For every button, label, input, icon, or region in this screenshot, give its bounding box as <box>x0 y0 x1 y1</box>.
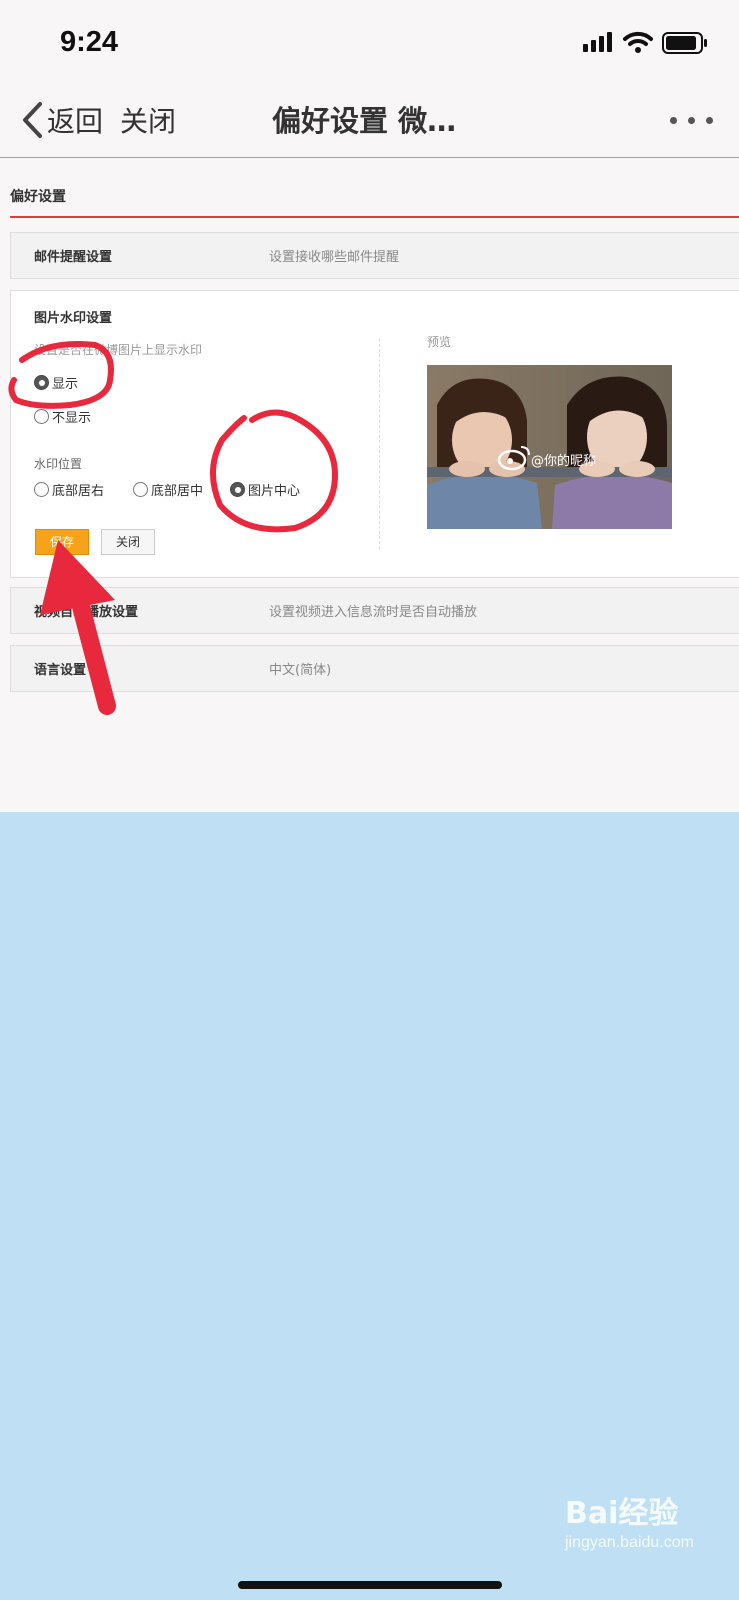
wifi-icon <box>623 31 653 53</box>
battery-icon <box>662 32 707 54</box>
page-title: 偏好设置 微… <box>272 104 457 138</box>
panel-divider <box>379 339 380 549</box>
heading-divider <box>10 216 739 218</box>
radio-unchecked-icon <box>34 409 49 424</box>
home-indicator[interactable] <box>238 1581 502 1589</box>
cellular-signal-icon <box>583 32 612 52</box>
watermark-settings-panel: 图片水印设置 设置是否在微博图片上显示水印 显示 不显示 水印位置 底部居右 底… <box>10 290 739 578</box>
save-button[interactable]: 保存 <box>35 529 89 555</box>
radio-show-watermark[interactable]: 显示 <box>34 373 78 392</box>
webview-content: 9:24 返回 关闭 偏好设置 微… 偏好设置 邮件提醒设置 设置接收哪些邮件提… <box>0 0 739 812</box>
mail-reminder-title: 邮件提醒设置 <box>34 250 113 265</box>
preview-label: 预览 <box>427 335 452 349</box>
language-value: 中文(简体) <box>269 663 332 678</box>
status-time: 9:24 <box>60 26 119 58</box>
watermark-subtitle: 设置是否在微博图片上显示水印 <box>34 343 203 357</box>
preferences-heading: 偏好设置 <box>10 189 66 205</box>
mail-reminder-row[interactable]: 邮件提醒设置 设置接收哪些邮件提醒 <box>10 232 739 279</box>
language-title: 语言设置 <box>34 663 87 678</box>
cancel-button[interactable]: 关闭 <box>101 529 155 555</box>
radio-position-bottom-right[interactable]: 底部居右 <box>34 480 104 499</box>
status-bar: 9:24 <box>0 0 739 90</box>
watermark-preview-image: @你的昵称 <box>427 365 672 529</box>
close-button[interactable]: 关闭 <box>120 100 176 140</box>
radio-unchecked-icon <box>34 482 49 497</box>
radio-position-bottom-center[interactable]: 底部居中 <box>133 480 203 499</box>
radio-position-center[interactable]: 图片中心 <box>230 480 300 499</box>
language-row[interactable]: 语言设置 中文(简体) <box>10 645 739 692</box>
baidu-jingyan-url: jingyan.baidu.com <box>565 1534 694 1551</box>
chevron-left-icon[interactable] <box>20 100 44 140</box>
watermark-position-label: 水印位置 <box>34 457 83 471</box>
video-autoplay-row[interactable]: 视频自动播放设置 设置视频进入信息流时是否自动播放 <box>10 587 739 634</box>
radio-checked-icon <box>230 482 245 497</box>
video-autoplay-title: 视频自动播放设置 <box>34 605 139 620</box>
radio-unchecked-icon <box>133 482 148 497</box>
baidu-jingyan-watermark: Bai经验 <box>565 1496 679 1531</box>
radio-hide-watermark[interactable]: 不显示 <box>34 407 91 426</box>
more-options-icon[interactable] <box>670 110 720 130</box>
navigation-bar: 返回 关闭 偏好设置 微… <box>0 90 739 158</box>
watermark-title: 图片水印设置 <box>34 311 113 326</box>
mail-reminder-desc: 设置接收哪些邮件提醒 <box>269 250 400 265</box>
preview-watermark-text: @你的昵称 <box>531 453 596 469</box>
video-autoplay-desc: 设置视频进入信息流时是否自动播放 <box>269 605 478 620</box>
radio-checked-icon <box>34 375 49 390</box>
back-button[interactable]: 返回 <box>47 100 103 140</box>
